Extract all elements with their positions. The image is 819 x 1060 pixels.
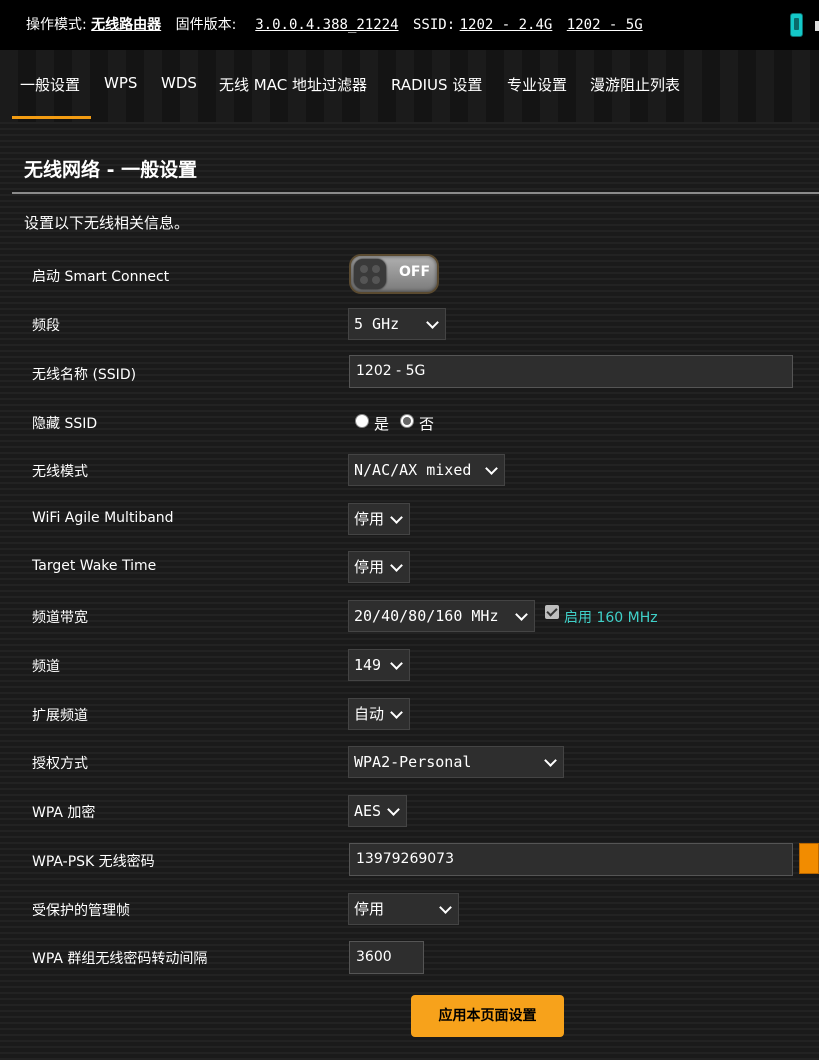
twt-label: Target Wake Time	[32, 558, 157, 574]
status-row: 操作模式: 无线路由器 固件版本: 3.0.0.4.388_21224 SSID…	[26, 14, 643, 34]
status-bar: 操作模式: 无线路由器 固件版本: 3.0.0.4.388_21224 SSID…	[0, 0, 819, 50]
wpa-psk-label: WPA-PSK 无线密码	[32, 854, 155, 870]
chevron-down-icon	[485, 462, 498, 475]
enable-160-label: 启用 160 MHz	[564, 610, 658, 626]
wpa-encryption-select[interactable]: AES	[348, 795, 407, 827]
channel-label: 频道	[32, 659, 60, 675]
firmware-link[interactable]: 3.0.0.4.388_21224	[255, 17, 398, 33]
mode-link[interactable]: 无线路由器	[91, 17, 161, 33]
hide-ssid-no-radio[interactable]	[400, 414, 414, 428]
twt-value: 停用	[354, 558, 385, 576]
ext-channel-value: 自动	[354, 705, 385, 723]
toggle-state: OFF	[399, 264, 431, 280]
hide-ssid-yes-radio[interactable]	[355, 414, 369, 428]
group-key-interval-input[interactable]: 3600	[349, 941, 424, 974]
page-title: 无线网络 - 一般设置	[24, 159, 198, 181]
auth-method-label: 授权方式	[32, 756, 88, 772]
toggle-knob	[354, 259, 386, 289]
hide-ssid-no-label: 否	[419, 415, 435, 433]
channel-value: 149	[354, 656, 382, 674]
mode-label: 操作模式:	[26, 17, 87, 33]
apply-button[interactable]: 应用本页面设置	[411, 995, 564, 1037]
chevron-down-icon	[515, 608, 528, 621]
ext-channel-label: 扩展频道	[32, 708, 88, 724]
wpa-psk-input[interactable]: 13979269073	[349, 843, 793, 876]
usb-icon[interactable]	[790, 13, 803, 37]
group-key-interval-label: WPA 群组无线密码转动间隔	[32, 951, 208, 967]
smart-connect-label: 启动 Smart Connect	[32, 269, 170, 285]
twt-select[interactable]: 停用	[348, 551, 410, 583]
chevron-down-icon	[439, 901, 452, 914]
tab-general[interactable]: 一般设置	[20, 74, 80, 95]
wpa-encryption-value: AES	[354, 802, 382, 820]
chevron-down-icon	[390, 706, 403, 719]
band-value: 5 GHz	[354, 315, 400, 333]
page-description: 设置以下无线相关信息。	[24, 214, 190, 232]
active-tab-indicator	[12, 116, 91, 119]
auth-method-select[interactable]: WPA2-Personal	[348, 746, 564, 778]
auth-method-value: WPA2-Personal	[354, 753, 472, 771]
agile-multiband-select[interactable]: 停用	[348, 503, 410, 535]
hide-ssid-label: 隐藏 SSID	[32, 416, 98, 432]
pmf-label: 受保护的管理帧	[32, 903, 130, 919]
channel-select[interactable]: 149	[348, 649, 410, 681]
chevron-down-icon	[390, 559, 403, 572]
bandwidth-value: 20/40/80/160 MHz	[354, 607, 499, 625]
pmf-select[interactable]: 停用	[348, 893, 459, 925]
settings-panel: 无线网络 - 一般设置 设置以下无线相关信息。 启动 Smart Connect…	[0, 122, 819, 1060]
band-select[interactable]: 5 GHz	[348, 308, 446, 340]
chevron-down-icon	[544, 754, 557, 767]
ssid-label: 无线名称 (SSID)	[32, 367, 137, 383]
smart-connect-toggle[interactable]: OFF	[349, 254, 439, 294]
ssid-input[interactable]: 1202 - 5G	[349, 355, 793, 388]
hide-ssid-yes-label: 是	[374, 415, 390, 433]
tab-bar: 一般设置 WPS WDS 无线 MAC 地址过滤器 RADIUS 设置 专业设置…	[0, 50, 819, 122]
chevron-down-icon	[390, 511, 403, 524]
firmware-label: 固件版本:	[175, 17, 237, 33]
tab-professional[interactable]: 专业设置	[507, 74, 567, 95]
tab-wps[interactable]: WPS	[104, 74, 137, 92]
band-label: 频段	[32, 318, 60, 334]
chevron-down-icon	[390, 657, 403, 670]
tab-radius[interactable]: RADIUS 设置	[391, 74, 482, 95]
pmf-value: 停用	[354, 900, 385, 918]
status-edge-icon	[815, 21, 819, 31]
chevron-down-icon	[387, 803, 400, 816]
enable-160-checkbox[interactable]	[545, 605, 559, 619]
wireless-mode-value: N/AC/AX mixed	[354, 461, 472, 479]
chevron-down-icon	[426, 316, 439, 329]
ext-channel-select[interactable]: 自动	[348, 698, 410, 730]
agile-multiband-value: 停用	[354, 510, 385, 528]
wpa-encryption-label: WPA 加密	[32, 805, 96, 821]
tab-wds[interactable]: WDS	[161, 74, 197, 92]
title-divider	[12, 192, 819, 194]
ssid-5-link[interactable]: 1202 - 5G	[567, 17, 643, 33]
ssid-24-link[interactable]: 1202 - 2.4G	[460, 17, 553, 33]
bandwidth-label: 频道带宽	[32, 610, 88, 626]
wireless-mode-select[interactable]: N/AC/AX mixed	[348, 454, 505, 486]
tab-roaming-block[interactable]: 漫游阻止列表	[590, 74, 680, 95]
wireless-mode-label: 无线模式	[32, 464, 88, 480]
tab-mac-filter[interactable]: 无线 MAC 地址过滤器	[219, 74, 367, 95]
ssid-label: SSID:	[413, 17, 456, 33]
bandwidth-select[interactable]: 20/40/80/160 MHz	[348, 600, 535, 632]
agile-multiband-label: WiFi Agile Multiband	[32, 510, 174, 526]
password-strength-button[interactable]	[799, 843, 819, 874]
